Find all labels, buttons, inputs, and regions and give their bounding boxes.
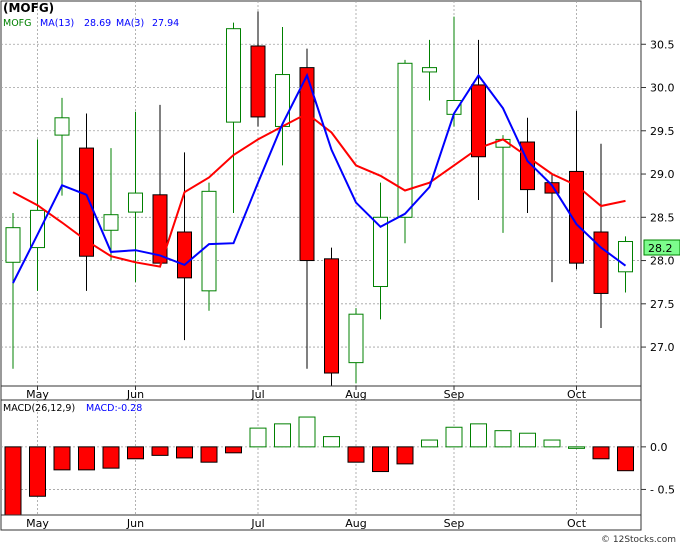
macd-bar [151, 446, 169, 456]
x-tick-label: Sep [444, 388, 465, 401]
candle-body-up [201, 190, 217, 292]
macd-bar [617, 446, 634, 472]
macd-bar [519, 432, 536, 448]
macd-x-tick-label: Aug [345, 517, 366, 530]
macd-bar [421, 439, 438, 448]
macd-x-axis: May Jun Jul Aug Sep Oct [0, 514, 642, 531]
macd-bar [470, 423, 487, 448]
candle-body-up [348, 313, 364, 364]
price-panel: 27.0 27.5 28.0 28.5 29.0 29.5 30.0 30.5 [0, 0, 675, 387]
macd-bar [445, 426, 463, 448]
candle-body-down [250, 45, 266, 118]
candle-body-up [397, 62, 413, 218]
macd-bar [592, 446, 610, 460]
macd-bar [200, 446, 218, 463]
legend-ma3-label: MA(3) [116, 18, 144, 29]
macd-bar [127, 446, 144, 460]
x-tick-label: Jun [126, 388, 144, 401]
candle-body-up [54, 117, 70, 136]
price-y-tick-label: 30.0 [650, 82, 675, 95]
price-y-tick-label: 29.0 [650, 168, 675, 181]
candle-body-up [128, 192, 143, 213]
legend-ma13-label: MA(13) [40, 18, 74, 29]
macd-x-tick-label: Jun [126, 517, 144, 530]
macd-bar [372, 446, 389, 473]
legend-ticker: MOFG [3, 18, 32, 29]
candle [324, 247, 339, 386]
macd-panel: 0.0 - 0.5 [0, 399, 675, 518]
last-price-label: 28.2 [648, 242, 673, 255]
price-x-axis: May Jun Jul Aug Sep Oct [0, 385, 642, 401]
macd-bar [298, 416, 316, 448]
macd-bar [347, 446, 365, 463]
candle-body-down [299, 67, 315, 262]
price-y-tick-label: 30.5 [650, 38, 675, 51]
last-price-tag: 28.2 [643, 239, 680, 256]
price-y-tick-label: 28.0 [650, 255, 675, 268]
legend-macd-value: MACD:-0.28 [86, 403, 142, 414]
x-tick-label: Oct [567, 388, 587, 401]
stock-chart: 27.0 27.5 28.0 28.5 29.0 29.5 30.0 30.5 May Jun J… [0, 0, 680, 546]
macd-x-tick-label: Oct [567, 517, 587, 530]
legend-ma3-value: 27.94 [152, 18, 179, 29]
candle-body-up [618, 241, 633, 273]
macd-y-tick-label: - 0.5 [650, 483, 675, 496]
price-y-tick-label: 29.5 [650, 125, 675, 138]
macd-bar [225, 446, 242, 454]
candle-body-up [5, 227, 21, 263]
macd-bar [543, 439, 561, 448]
macd-bar [4, 446, 22, 518]
macd-x-tick-label: May [26, 517, 49, 530]
candle-body-up [103, 214, 119, 231]
macd-bar [53, 446, 71, 471]
candle-body-up [422, 67, 437, 73]
candle-body-up [30, 209, 45, 249]
macd-bar [78, 446, 95, 471]
candle-body-down [324, 258, 339, 374]
watermark: © 12Stocks.com [601, 535, 676, 545]
macd-bar [323, 436, 340, 448]
legend-ma13-value: 28.69 [84, 18, 111, 29]
price-legend: MOFG MA(13) 28.69 MA(3) 27.94 [3, 18, 179, 29]
macd-y-tick-label: 0.0 [650, 441, 668, 454]
candle-body-down [177, 231, 192, 279]
macd-legend: MACD(26,12,9) MACD:-0.28 [3, 403, 142, 414]
x-tick-label: Aug [345, 388, 366, 401]
macd-bar [102, 446, 120, 469]
macd-bar [176, 446, 193, 459]
x-tick-label: Jul [250, 388, 264, 401]
price-y-tick-label: 28.5 [650, 211, 675, 224]
macd-bar [494, 430, 512, 448]
candle-body-up [226, 28, 241, 123]
legend-macd-label: MACD(26,12,9) [3, 403, 75, 414]
price-y-tick-label: 27.0 [650, 341, 675, 354]
macd-x-tick-label: Sep [444, 517, 465, 530]
x-tick-label: May [26, 388, 49, 401]
candle-body-up [275, 74, 290, 127]
price-y-tick-label: 27.5 [650, 298, 675, 311]
macd-bar [396, 446, 414, 465]
candle-body-down [593, 231, 609, 294]
macd-bar [29, 446, 46, 497]
macd-bar [249, 427, 267, 448]
macd-x-tick-label: Jul [250, 517, 264, 530]
chart-title: (MOFG) [3, 1, 54, 15]
macd-bar [568, 446, 585, 449]
macd-bar [274, 423, 291, 448]
